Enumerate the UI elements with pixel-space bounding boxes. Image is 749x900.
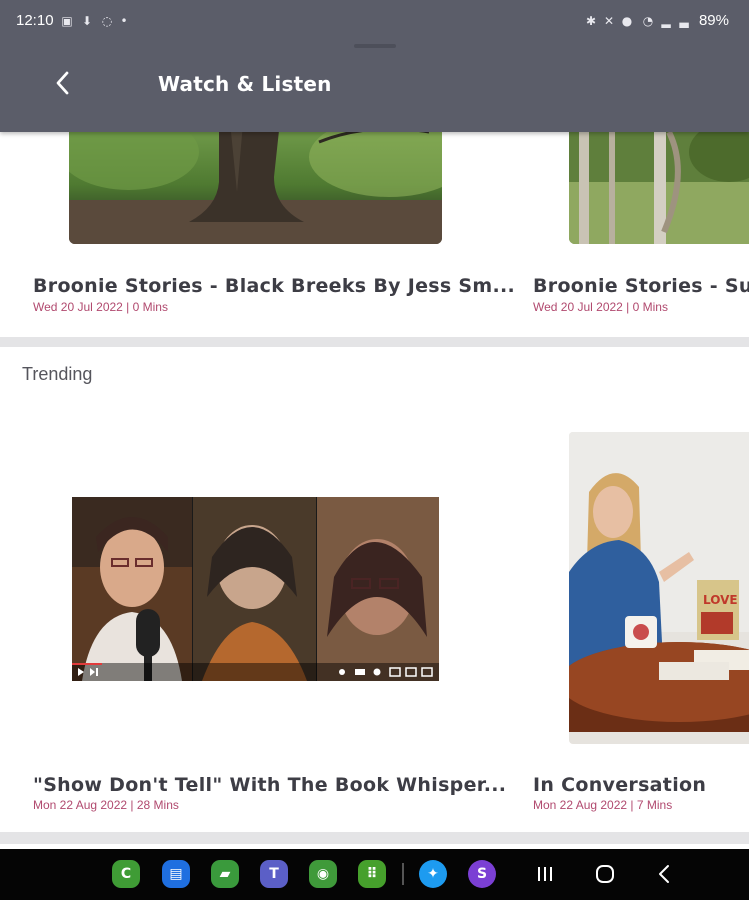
svg-text:LOVE: LOVE [703,593,738,607]
video-card[interactable]: LOVE In Conversation Mon 22 Aug 2022 | 7… [500,420,749,830]
more-notifications-icon: • [120,14,128,28]
recents-icon [538,867,552,881]
status-time: 12:10 [16,12,54,29]
battery-level: 89% [698,12,729,29]
video-card[interactable]: Broonie Stories - Susy Wed 20 Jul 2022 |… [500,132,749,332]
shazam-app-icon[interactable]: S [468,860,496,888]
section-divider [0,337,749,347]
video-thumbnail[interactable] [69,132,442,244]
chevron-left-icon [56,71,69,95]
video-meta: Wed 20 Jul 2022 | 0 Mins [533,300,668,314]
drag-handle[interactable] [354,44,396,48]
home-icon [596,865,614,883]
video-title[interactable]: Broonie Stories - Susy [533,275,749,297]
system-navigation-bar: C ▤ ▰ T ◉ ⠿ ✦ S [0,849,749,900]
video-title[interactable]: "Show Don't Tell" With The Book Whisper.… [33,774,506,796]
bluetooth-icon: ✱ [585,14,597,28]
video-title[interactable]: Broonie Stories - Black Breeks By Jess S… [33,275,515,297]
phone-app-icon[interactable]: C [112,860,140,888]
page-title: Watch & Listen [158,72,332,96]
home-button[interactable] [590,860,620,888]
back-button[interactable] [50,68,76,98]
back-arrow-icon [659,865,669,883]
video-card[interactable]: "Show Don't Tell" With The Book Whisper.… [0,420,506,830]
twitter-app-icon[interactable]: ✦ [419,860,447,888]
signal-2-icon: ▃ [679,14,689,28]
messages-app-icon[interactable]: ▤ [162,860,190,888]
mute-icon: ✕ [603,14,615,28]
section-divider [0,832,749,844]
video-meta: Wed 20 Jul 2022 | 0 Mins [33,300,168,314]
video-thumbnail[interactable]: LOVE [569,432,749,744]
notes-app-icon[interactable]: ▰ [211,860,239,888]
teams-app-icon[interactable]: T [260,860,288,888]
signal-icon: ▂ [661,14,671,28]
app-header: 12:10 ▣ ⬇ ◌ • ✱ ✕ ● ◔ ▂ ▃ 89% Watch & Li… [0,0,749,132]
video-card[interactable]: Broonie Stories - Black Breeks By Jess S… [0,132,515,332]
video-thumbnail[interactable] [72,497,439,681]
status-bar: 12:10 ▣ ⬇ ◌ • ✱ ✕ ● ◔ ▂ ▃ 89% [0,0,749,44]
sync-notification-icon: ◌ [101,14,113,28]
system-back-button[interactable] [650,860,680,888]
video-call-screenshot-image [72,497,439,681]
video-title[interactable]: In Conversation [533,774,706,796]
app-drawer-icon[interactable]: ⠿ [358,860,386,888]
gallery-notification-icon: ▣ [61,14,73,28]
woodland-image [569,132,749,244]
conversation-image: LOVE [569,432,749,744]
location-icon: ● [621,14,633,28]
wifi-icon: ◔ [642,14,654,28]
dock-divider [402,863,404,885]
forest-tree-image [69,132,442,244]
section-label-trending: Trending [22,364,93,384]
recent-apps-button[interactable] [530,860,560,888]
download-notification-icon: ⬇ [81,14,93,28]
featured-row: Broonie Stories - Black Breeks By Jess S… [0,132,749,337]
video-meta: Mon 22 Aug 2022 | 28 Mins [33,798,179,812]
video-meta: Mon 22 Aug 2022 | 7 Mins [533,798,673,812]
camera-app-icon[interactable]: ◉ [309,860,337,888]
video-thumbnail[interactable] [569,132,749,244]
